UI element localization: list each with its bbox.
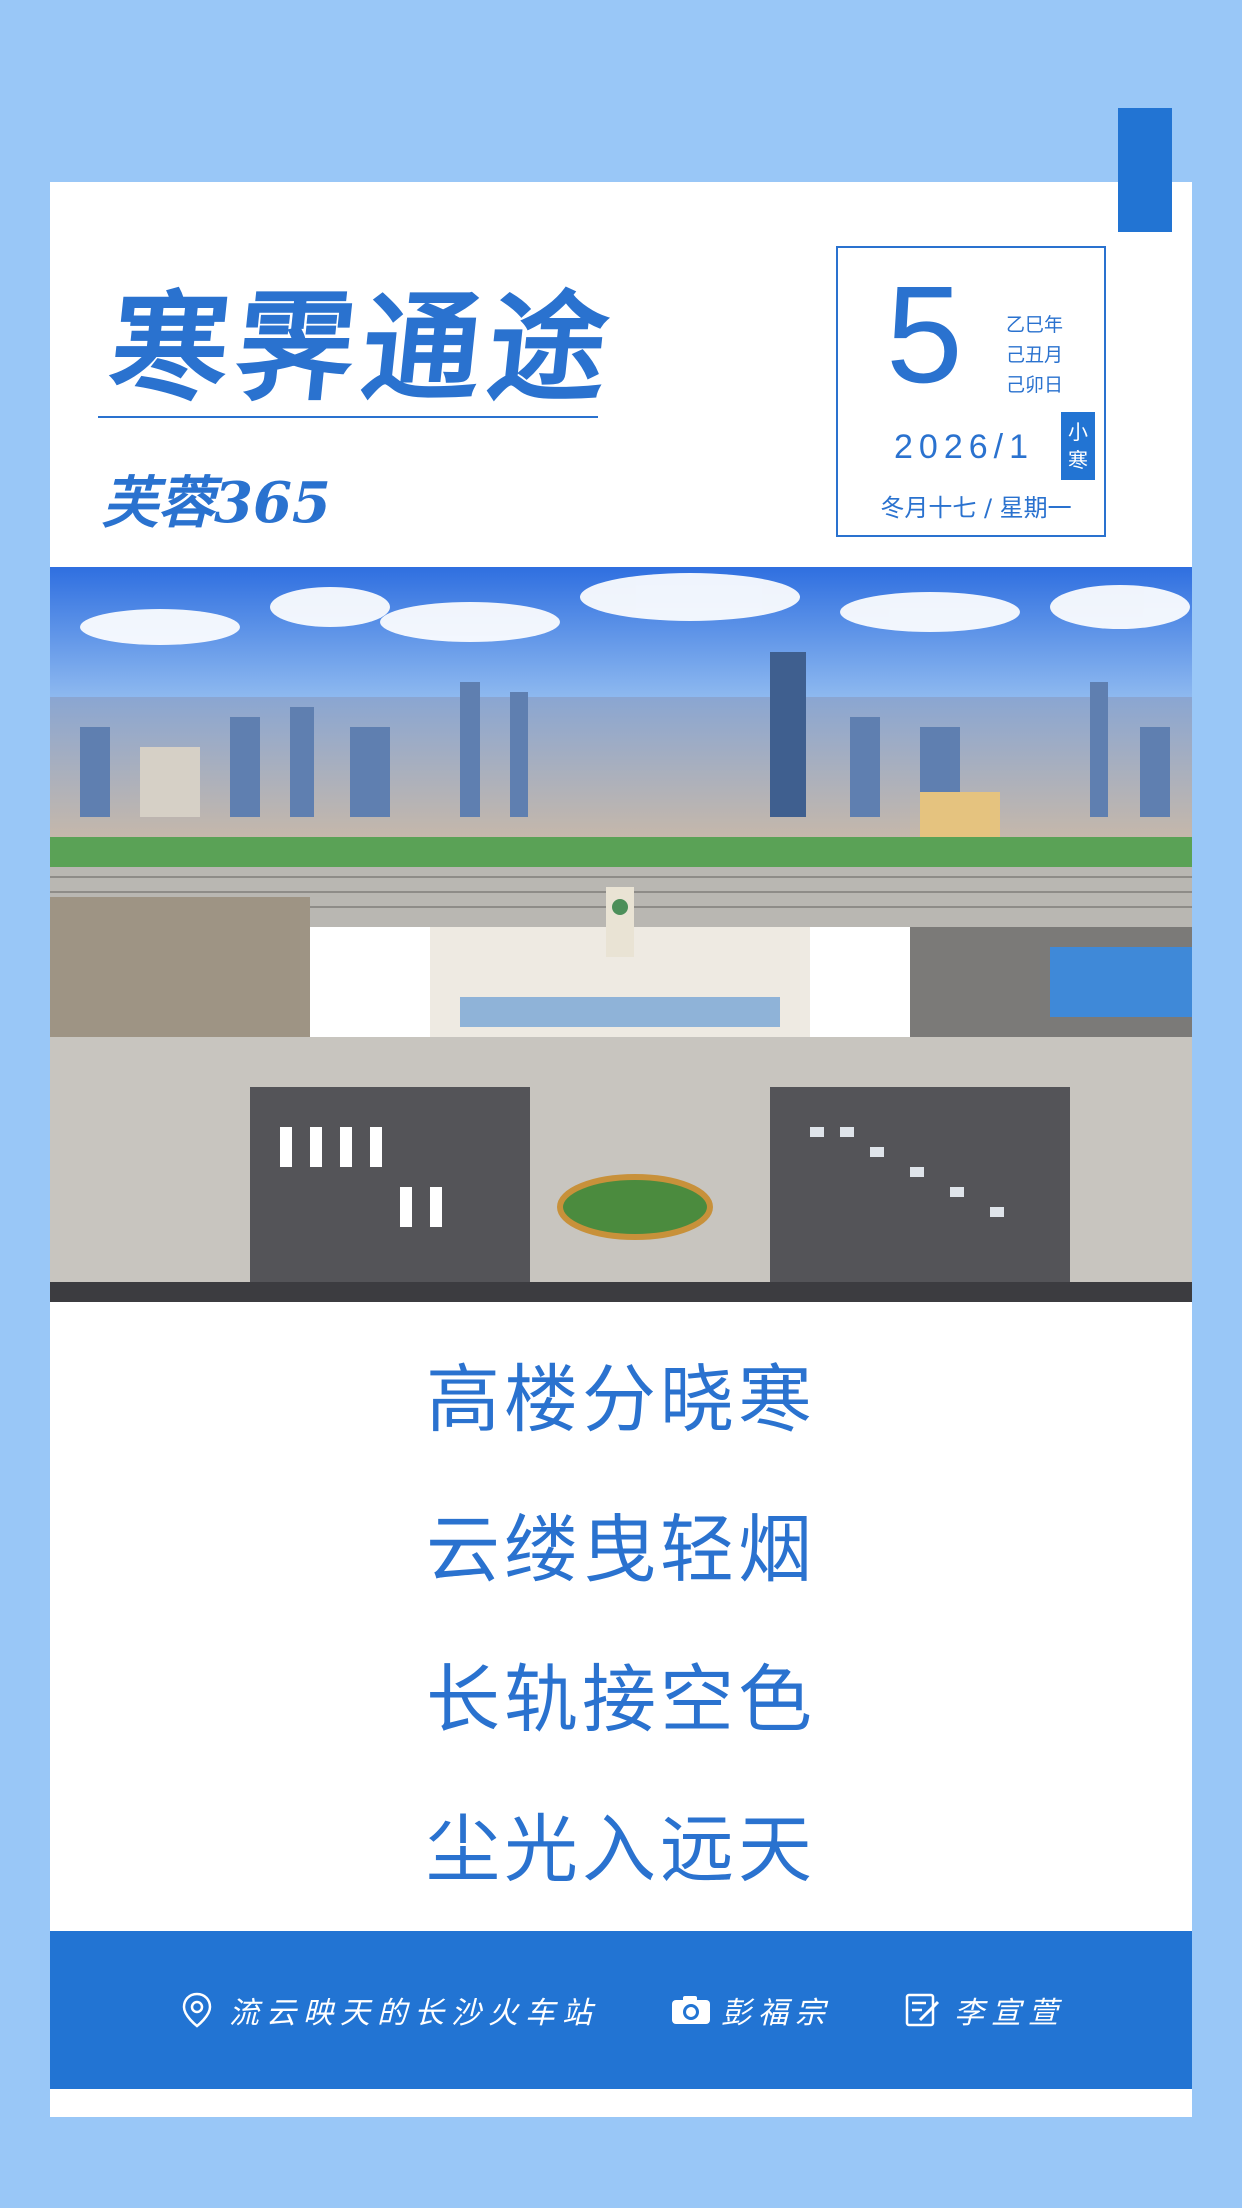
location-pin-icon	[177, 1990, 217, 2030]
poem-line-1: 高楼分晓寒	[426, 1357, 816, 1443]
credits-bar: 流云映天的长沙火车站 彭福宗 李宣萱	[50, 1931, 1192, 2089]
location-text: 流云映天的长沙火车站	[229, 1996, 599, 2031]
ganzhi-day: 己卯日	[1006, 374, 1064, 396]
photographer-name: 彭福宗	[721, 1996, 832, 2031]
solar-term-badge: 小 寒	[1061, 412, 1095, 480]
writer-credit: 李宣萱	[902, 1988, 1065, 2032]
corner-tab	[1118, 108, 1172, 232]
photographer-credit: 彭福宗	[669, 1988, 832, 2032]
station-photo	[50, 567, 1192, 1302]
ganzhi-year: 乙巳年	[1006, 314, 1064, 336]
poem-line-3: 长轨接空色	[426, 1657, 816, 1743]
lunar-weekday: 冬月十七 / 星期一	[880, 494, 1072, 522]
calendar-day: 5	[886, 258, 963, 412]
calendar-box: 5 乙巳年 己丑月 己卯日 2026/1 小 寒 冬月十七 / 星期一	[836, 246, 1106, 537]
poem: 高楼分晓寒 云缕曳轻烟 长轨接空色 尘光入远天	[50, 1340, 1192, 1940]
poem-line-2: 云缕曳轻烟	[426, 1507, 816, 1593]
calendar-date: 2026/1	[894, 428, 1034, 466]
ganzhi-month: 己丑月	[1006, 344, 1064, 366]
title-divider	[98, 416, 598, 418]
edit-note-icon	[902, 1990, 942, 2030]
poem-line-4: 尘光入远天	[426, 1807, 816, 1893]
location-credit: 流云映天的长沙火车站	[177, 1988, 599, 2032]
poster-subtitle: 芙蓉365	[102, 470, 331, 536]
camera-icon	[669, 1990, 710, 2030]
solar-term-char-2: 寒	[1068, 448, 1088, 472]
solar-term-char-1: 小	[1068, 420, 1088, 444]
poster-title: 寒霁通途	[103, 278, 623, 417]
writer-name: 李宣萱	[954, 1996, 1065, 2031]
ganzhi-list: 乙巳年 己丑月 己卯日	[1006, 310, 1063, 400]
